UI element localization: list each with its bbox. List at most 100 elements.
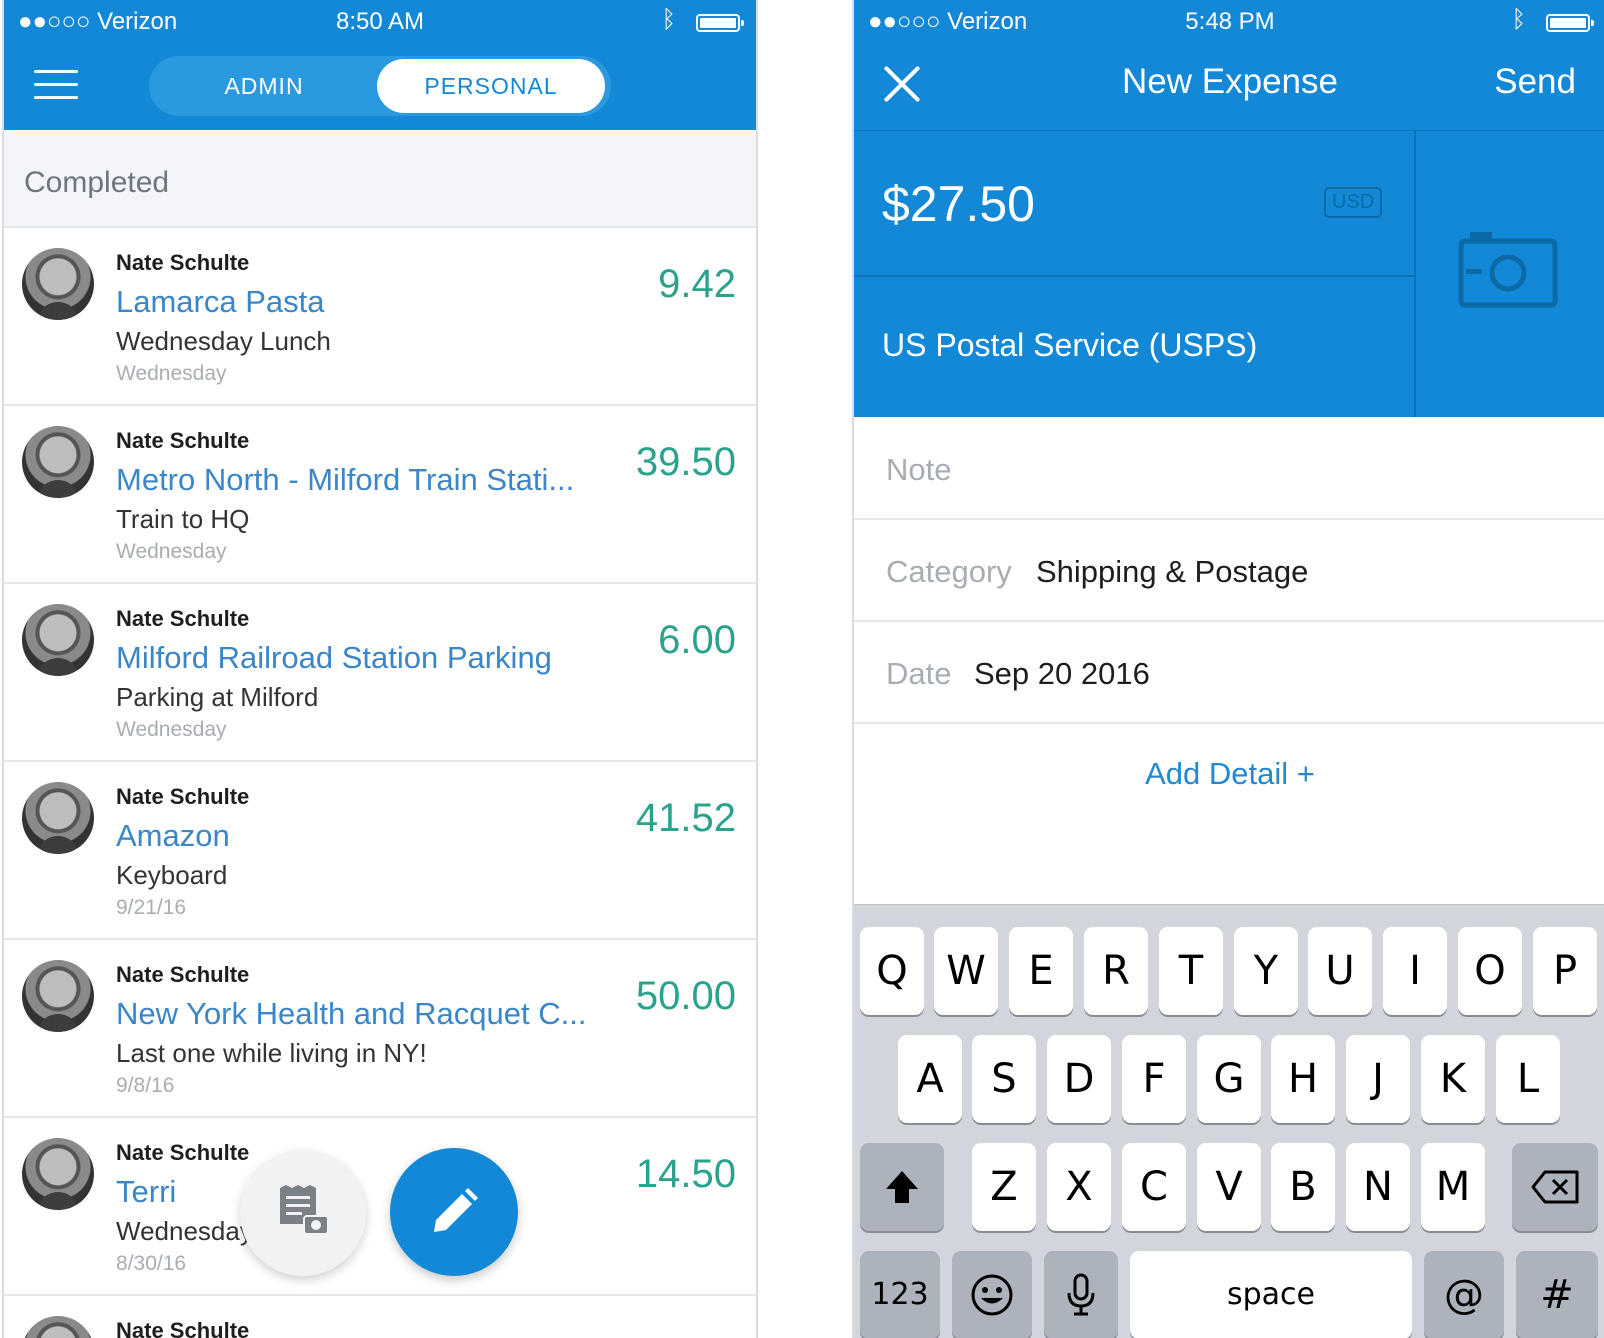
key-v[interactable]: V xyxy=(1197,1143,1261,1231)
expense-amount: 6.00 xyxy=(658,618,736,662)
submitter-name: Nate Schulte xyxy=(116,962,250,987)
list-item[interactable]: Nate Schulte Terri Wednesday 8/30/16 14.… xyxy=(4,1118,756,1296)
submitter-name: Nate Schulte xyxy=(116,606,250,631)
keyboard: Q W E R T Y U I O P A S D F G H J K L Z … xyxy=(854,904,1604,1338)
key-x[interactable]: X xyxy=(1047,1143,1111,1231)
key-o[interactable]: O xyxy=(1458,927,1522,1015)
merchant-name: Milford Railroad Station Parking xyxy=(116,640,552,675)
avatar xyxy=(22,248,94,320)
merchant-field[interactable]: US Postal Service (USPS) xyxy=(854,277,1414,417)
expense-date: Wednesday xyxy=(116,540,227,563)
list-item[interactable]: Nate Schulte Amazon Keyboard 9/21/16 41.… xyxy=(4,762,756,940)
bluetooth-icon: ᛒ xyxy=(1511,6,1526,33)
section-title: Completed xyxy=(24,166,170,199)
merchant-name: New York Health and Racquet C... xyxy=(116,996,587,1031)
list-item[interactable]: Nate Schulte New York Health and Racquet… xyxy=(4,940,756,1118)
tab-admin[interactable]: ADMIN xyxy=(149,56,379,116)
emoji-key[interactable] xyxy=(952,1251,1032,1338)
key-r[interactable]: R xyxy=(1084,927,1148,1015)
expense-date: Wednesday xyxy=(116,362,227,385)
category-field[interactable]: Category Shipping & Postage xyxy=(854,520,1604,622)
add-receipt-photo[interactable] xyxy=(1414,131,1604,417)
new-expense-button[interactable] xyxy=(390,1148,518,1276)
shift-key[interactable] xyxy=(860,1143,944,1231)
avatar xyxy=(22,1316,94,1338)
list-item[interactable]: Nate Schulte Milford Railroad Station Pa… xyxy=(4,584,756,762)
delete-key[interactable] xyxy=(1512,1143,1598,1231)
avatar xyxy=(22,604,94,676)
merchant-name: Terri xyxy=(116,1174,177,1209)
category-value: Shipping & Postage xyxy=(1036,554,1309,589)
note-placeholder: Note xyxy=(886,452,952,487)
key-s[interactable]: S xyxy=(972,1035,1036,1123)
list-item[interactable]: Nate Schulte Metro North - Milford Train… xyxy=(4,406,756,584)
battery-icon xyxy=(1546,14,1594,32)
key-e[interactable]: E xyxy=(1009,927,1073,1015)
at-key[interactable]: @ xyxy=(1424,1251,1504,1338)
expense-note: Wednesday Lunch xyxy=(116,326,331,356)
shift-arrow-icon xyxy=(886,1171,918,1203)
expense-date: Wednesday xyxy=(116,718,227,741)
avatar xyxy=(22,782,94,854)
key-g[interactable]: G xyxy=(1197,1035,1261,1123)
numbers-key[interactable]: 123 xyxy=(860,1251,940,1338)
key-j[interactable]: J xyxy=(1346,1035,1410,1123)
submitter-name: Nate Schulte xyxy=(116,250,250,275)
merchant-name: Lamarca Pasta xyxy=(116,284,325,319)
key-z[interactable]: Z xyxy=(972,1143,1036,1231)
app-header: ●●○○○ Verizon 8:50 AM ᛒ ADMIN PERSONAL xyxy=(4,0,756,130)
expense-amount: 50.00 xyxy=(635,974,736,1018)
menu-icon[interactable] xyxy=(34,70,78,102)
amount-field[interactable]: $27.50 USD xyxy=(854,131,1414,277)
send-button[interactable]: Send xyxy=(1494,62,1576,102)
key-p[interactable]: P xyxy=(1533,927,1597,1015)
key-i[interactable]: I xyxy=(1383,927,1447,1015)
expense-note: Train to HQ xyxy=(116,504,250,534)
expense-summary-panel: $27.50 USD US Postal Service (USPS) xyxy=(854,130,1604,417)
key-f[interactable]: F xyxy=(1122,1035,1186,1123)
key-t[interactable]: T xyxy=(1159,927,1223,1015)
key-n[interactable]: N xyxy=(1346,1143,1410,1231)
camera-icon xyxy=(1458,232,1558,308)
amount-value: $27.50 xyxy=(882,176,1035,232)
hash-key[interactable]: # xyxy=(1516,1251,1598,1338)
date-field[interactable]: Date Sep 20 2016 xyxy=(854,622,1604,724)
key-a[interactable]: A xyxy=(898,1035,962,1123)
currency-badge[interactable]: USD xyxy=(1324,187,1383,218)
backspace-icon xyxy=(1531,1170,1579,1204)
key-w[interactable]: W xyxy=(934,927,998,1015)
submitter-name: Nate Schulte xyxy=(116,428,250,453)
list-item[interactable]: Nate Schulte xyxy=(4,1296,756,1338)
expense-note: Last one while living in NY! xyxy=(116,1038,427,1068)
list-item[interactable]: Nate Schulte Lamarca Pasta Wednesday Lun… xyxy=(4,228,756,406)
mode-toggle: ADMIN PERSONAL xyxy=(149,56,611,116)
clock: 8:50 AM xyxy=(335,8,425,35)
expense-amount: 39.50 xyxy=(635,440,736,484)
add-detail-button[interactable]: Add Detail + xyxy=(854,756,1604,792)
submitter-name: Nate Schulte xyxy=(116,784,250,809)
expense-note: Wednesday xyxy=(116,1216,253,1246)
key-u[interactable]: U xyxy=(1308,927,1372,1015)
avatar xyxy=(22,1138,94,1210)
submitter-name: Nate Schulte xyxy=(116,1318,250,1338)
key-k[interactable]: K xyxy=(1421,1035,1485,1123)
category-label: Category xyxy=(886,554,1012,589)
merchant-value: US Postal Service (USPS) xyxy=(882,327,1258,363)
key-q[interactable]: Q xyxy=(860,927,924,1015)
key-h[interactable]: H xyxy=(1271,1035,1335,1123)
key-d[interactable]: D xyxy=(1047,1035,1111,1123)
key-m[interactable]: M xyxy=(1421,1143,1485,1231)
dictation-key[interactable] xyxy=(1044,1251,1118,1338)
note-field[interactable]: Note xyxy=(854,418,1604,520)
key-b[interactable]: B xyxy=(1271,1143,1335,1231)
space-key[interactable]: space xyxy=(1130,1251,1412,1338)
scan-receipt-button[interactable] xyxy=(240,1150,366,1276)
key-c[interactable]: C xyxy=(1122,1143,1186,1231)
tab-personal[interactable]: PERSONAL xyxy=(377,59,605,113)
expense-note: Keyboard xyxy=(116,860,228,890)
expense-list: Nate Schulte Lamarca Pasta Wednesday Lun… xyxy=(4,228,756,1338)
date-value: Sep 20 2016 xyxy=(974,656,1150,691)
avatar xyxy=(22,960,94,1032)
key-y[interactable]: Y xyxy=(1234,927,1298,1015)
key-l[interactable]: L xyxy=(1496,1035,1560,1123)
